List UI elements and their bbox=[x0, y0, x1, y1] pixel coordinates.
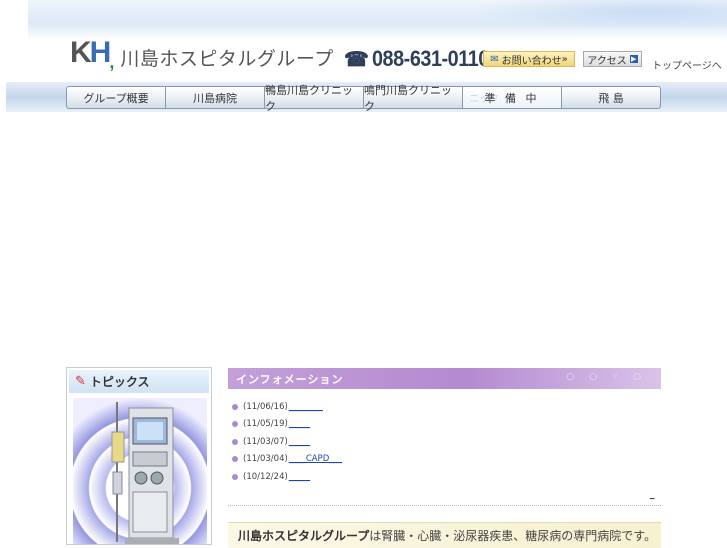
contact-label: お問い合わせ bbox=[501, 55, 562, 67]
site-logo[interactable]: KH, 川島ホスピタルグループ bbox=[70, 35, 334, 74]
nav-item-kamojima-clinic[interactable]: 鴨島川島クリニック bbox=[265, 84, 364, 113]
information-title: インフォメーション bbox=[236, 372, 344, 386]
info-link[interactable]: _____ bbox=[289, 472, 310, 482]
main-nav: グループ概要 川島病院 鴨島川島クリニック 鳴門川島クリニック ニック 準 備 … bbox=[66, 84, 661, 113]
phone-contact: ☎ 088-631-0110 bbox=[344, 46, 502, 72]
list-item: (11/05/19) _____ bbox=[232, 416, 342, 434]
list-item: (11/06/16) ________ bbox=[232, 398, 342, 416]
topics-title: トピックス bbox=[89, 375, 150, 389]
list-item: (11/03/07) _____ bbox=[232, 433, 342, 451]
intro-banner: 川島ホスピタルグループ は腎臓・心臓・泌尿器疾患、糖尿病の専門病院です。 bbox=[228, 522, 661, 548]
nav-item-in-preparation[interactable]: ニック 準 備 中 bbox=[463, 86, 562, 109]
banner-group-name: 川島ホスピタルグループ bbox=[238, 529, 370, 543]
list-item: (10/12/24) _____ bbox=[232, 468, 342, 486]
mail-icon: ✉ bbox=[490, 53, 499, 65]
info-link[interactable]: _____ bbox=[289, 437, 310, 447]
pencil-icon: ✎ bbox=[75, 374, 86, 389]
list-item: (11/03/04) ____CAPD___ bbox=[232, 451, 342, 469]
access-button[interactable]: アクセス ▶ bbox=[583, 51, 642, 67]
arrow-right-icon: ▶ bbox=[629, 55, 638, 63]
info-date: (11/03/07) bbox=[243, 436, 288, 447]
bullet-icon bbox=[232, 438, 238, 445]
dialysis-machine-image bbox=[111, 402, 179, 544]
bullet-icon bbox=[232, 473, 238, 480]
info-link[interactable]: ____CAPD___ bbox=[289, 454, 342, 464]
contact-button[interactable]: ✉ お問い合わせ » bbox=[483, 51, 575, 67]
logo-mark: KH, bbox=[70, 35, 114, 72]
header-background bbox=[28, 0, 727, 40]
group-name: 川島ホスピタルグループ bbox=[120, 47, 334, 70]
nav-item-tobishima[interactable]: 飛 島 bbox=[562, 86, 661, 109]
info-link[interactable]: ________ bbox=[289, 402, 323, 412]
bullet-icon bbox=[232, 421, 238, 428]
nav-item-naruto-clinic[interactable]: 鳴門川島クリニック bbox=[364, 84, 463, 113]
topics-panel: ✎ トピックス bbox=[66, 367, 212, 545]
decorative-bubbles: ○ ○ ◦ ○ bbox=[566, 372, 647, 382]
nav-item-group-overview[interactable]: グループ概要 bbox=[66, 86, 166, 109]
bullet-icon bbox=[232, 456, 238, 463]
banner-text: は腎臓・心臓・泌尿器疾患、糖尿病の専門病院です。 bbox=[369, 529, 657, 543]
information-list: (11/06/16) ________ (11/05/19) _____ (11… bbox=[232, 398, 342, 486]
dotted-divider bbox=[228, 505, 661, 506]
info-link[interactable]: _____ bbox=[289, 419, 310, 429]
phone-number: 088-631-0110 bbox=[371, 46, 489, 71]
info-date: (11/06/16) bbox=[243, 401, 288, 412]
double-chevron-icon: » bbox=[561, 53, 568, 65]
info-date: (11/03/04) bbox=[243, 454, 288, 465]
topics-header: ✎ トピックス bbox=[69, 370, 209, 393]
info-date: (11/05/19) bbox=[243, 419, 288, 430]
info-date: (10/12/24) bbox=[243, 471, 288, 482]
information-header: インフォメーション ○ ○ ◦ ○ bbox=[228, 368, 661, 389]
nav-item-kawashima-hospital[interactable]: 川島病院 bbox=[166, 86, 265, 109]
more-link[interactable]: _ bbox=[650, 490, 655, 500]
topics-image[interactable] bbox=[73, 398, 207, 544]
nav-item-prep-label: 準 備 中 bbox=[484, 91, 540, 105]
top-page-link[interactable]: トップページへ bbox=[652, 57, 722, 72]
bullet-icon bbox=[232, 403, 238, 410]
telephone-icon: ☎ bbox=[344, 48, 369, 71]
access-label: アクセス bbox=[587, 55, 627, 67]
